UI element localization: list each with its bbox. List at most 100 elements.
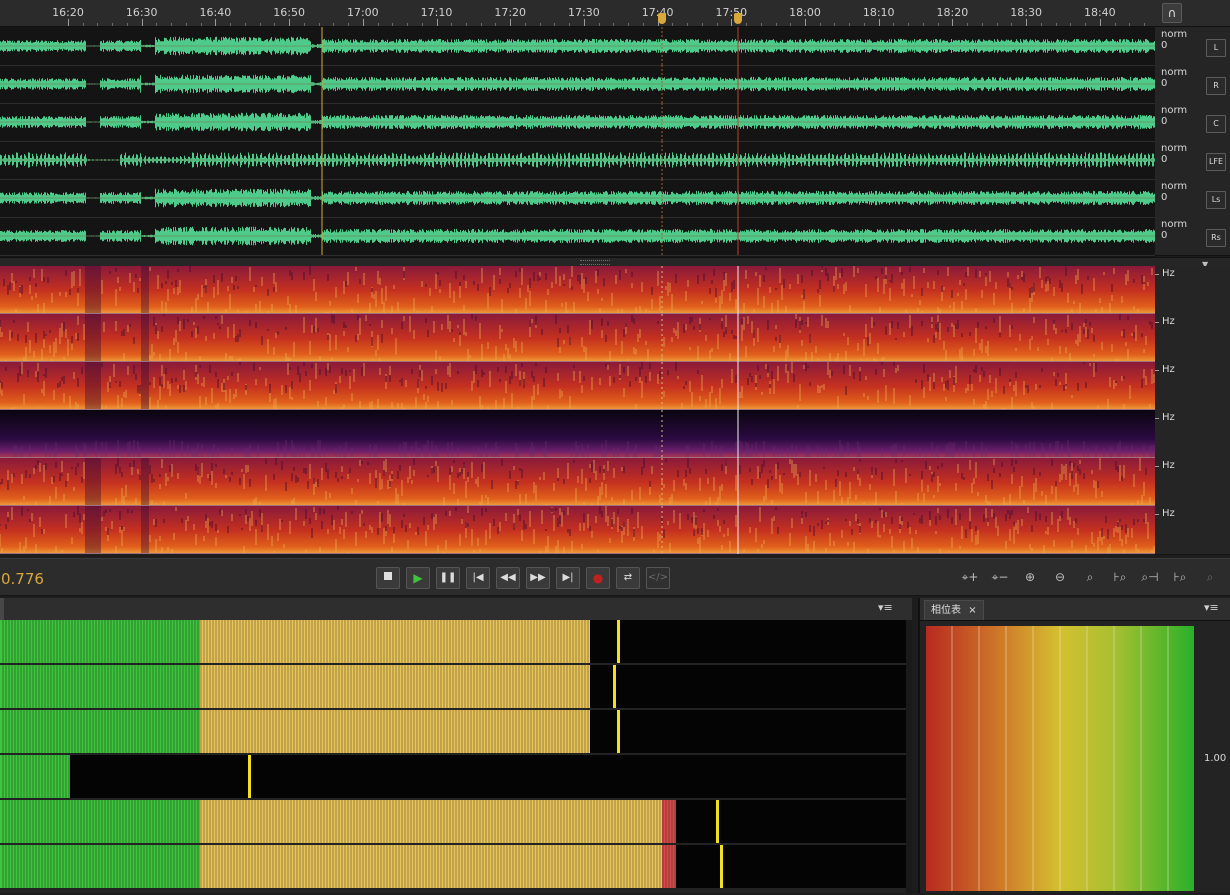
timeline-minor-tick <box>392 23 394 26</box>
spectral-channel[interactable] <box>0 506 1155 554</box>
zoom-in-left-icon[interactable]: ⊦⌕ <box>1108 569 1132 585</box>
go-to-start-button[interactable]: |◀ <box>466 567 490 589</box>
timeline-ruler[interactable]: 16:20 16:30 16:40 16:50 17:00 17:10 17:20 17:30… <box>0 0 1155 27</box>
timeline-minor-tick <box>230 23 232 26</box>
zoom-out-right-icon[interactable]: ⌕ <box>1198 569 1222 585</box>
level-meter-channel <box>0 665 906 708</box>
loop-button[interactable]: ⇄ <box>616 567 640 589</box>
zoom-in-right-icon[interactable]: ⌕⊣ <box>1138 569 1162 585</box>
cue-marker-icon[interactable] <box>658 13 666 24</box>
timeline-tick <box>215 19 217 26</box>
timeline-minor-tick <box>171 23 173 26</box>
skip-selection-button[interactable]: </> <box>646 567 670 589</box>
timeline-minor-tick <box>451 23 453 26</box>
timeline-minor-tick <box>421 23 423 26</box>
zoom-out-amplitude-icon[interactable]: ⌖− <box>988 569 1012 585</box>
timeline-minor-tick <box>834 23 836 26</box>
panel-menu-icon[interactable]: ▾≡ <box>878 601 893 614</box>
timeline-minor-tick <box>244 23 246 26</box>
timeline-minor-tick <box>746 23 748 26</box>
spectral-gutter: Hz <box>1155 458 1230 507</box>
timeline-minor-tick <box>554 23 556 26</box>
timeline-minor-tick <box>333 23 335 26</box>
splitter-grip[interactable] <box>580 260 610 265</box>
rewind-button[interactable]: ◀◀ <box>496 567 520 589</box>
tab-phase-meter[interactable]: 相位表 × <box>924 600 984 620</box>
channel-toggle-lfe[interactable]: LFE <box>1206 153 1226 171</box>
timeline-minor-tick <box>112 23 114 26</box>
zoom-in-point-icon[interactable]: ⊕ <box>1018 569 1042 585</box>
timeline-tick <box>289 19 291 26</box>
channel-gutter: norm 0 R <box>1155 65 1230 104</box>
channel-toggle-r[interactable]: R <box>1206 77 1226 95</box>
hz-label: Hz <box>1162 316 1175 327</box>
spectral-gutter: Hz <box>1155 410 1230 459</box>
channel-toggle-l[interactable]: L <box>1206 39 1226 57</box>
channel-gutter: norm 0 L <box>1155 27 1230 66</box>
waveform-channel-rs[interactable] <box>0 217 1155 256</box>
timeline-minor-tick <box>539 23 541 26</box>
timeline-tick <box>68 19 69 26</box>
timeline-minor-tick <box>1070 23 1072 26</box>
channel-scale-label: norm 0 <box>1161 105 1188 127</box>
timeline-minor-tick <box>569 23 571 26</box>
channel-toggle-ls[interactable]: Ls <box>1206 191 1226 209</box>
zoom-out-full-icon[interactable]: ⊖ <box>1048 569 1072 585</box>
timeline-tick-label: 16:50 <box>273 6 305 19</box>
timeline-tick-label: 18:20 <box>936 6 969 19</box>
waveform-editor[interactable] <box>0 27 1155 257</box>
waveform-channel-l[interactable] <box>0 27 1155 66</box>
timeline-minor-tick <box>185 23 187 26</box>
timeline-tick-label: 18:30 <box>1010 6 1042 19</box>
zoom-in-amplitude-icon[interactable]: ⌖+ <box>958 569 982 585</box>
zoom-out-left-icon[interactable]: ⊦⌕ <box>1168 569 1192 585</box>
level-meter-channel <box>0 800 906 843</box>
waveform-channel-r[interactable] <box>0 65 1155 104</box>
timeline-minor-tick <box>613 23 615 26</box>
play-button[interactable]: ▶ <box>406 567 430 589</box>
timeline-minor-tick <box>967 23 969 26</box>
zoom-selection-icon[interactable]: ⌕ <box>1078 569 1102 585</box>
stop-button[interactable] <box>376 567 400 589</box>
record-button[interactable]: ● <box>586 567 610 589</box>
headphones-icon[interactable]: ∩ <box>1162 3 1182 23</box>
spectral-frequency-display[interactable] <box>0 266 1155 554</box>
close-icon[interactable]: × <box>968 605 976 616</box>
channel-toggle-c[interactable]: C <box>1206 115 1226 133</box>
spectral-channel[interactable] <box>0 314 1155 362</box>
timeline-minor-tick <box>996 23 998 26</box>
fast-forward-button[interactable]: ▶▶ <box>526 567 550 589</box>
timeline-minor-tick <box>908 23 910 26</box>
timeline-minor-tick <box>642 23 644 26</box>
hz-label: Hz <box>1162 412 1175 423</box>
timeline-minor-tick <box>819 23 821 26</box>
panel-edge <box>0 598 4 620</box>
timeline-tick <box>805 19 806 26</box>
timeline-minor-tick <box>981 23 983 26</box>
channel-gutter: norm 0 C <box>1155 103 1230 142</box>
timeline-minor-tick <box>922 23 924 26</box>
spectral-channel[interactable] <box>0 410 1155 458</box>
timeline-minor-tick <box>1129 23 1131 26</box>
hz-tick <box>1155 322 1159 323</box>
cue-marker-icon[interactable] <box>734 13 742 24</box>
channel-toggle-rs[interactable]: Rs <box>1206 229 1226 247</box>
spectral-channel[interactable] <box>0 362 1155 410</box>
tab-label: 相位表 <box>931 605 961 616</box>
timeline-minor-tick <box>716 23 718 26</box>
spectral-channel[interactable] <box>0 458 1155 506</box>
timeline-minor-tick <box>1114 23 1116 26</box>
timeline-minor-tick <box>97 23 99 26</box>
spectral-channel[interactable] <box>0 266 1155 314</box>
timeline-minor-tick <box>318 23 320 26</box>
pause-button[interactable]: ❚❚ <box>436 567 460 589</box>
timeline-minor-tick <box>1085 23 1087 26</box>
waveform-channel-ls[interactable] <box>0 179 1155 218</box>
levels-scrollbar[interactable] <box>906 620 912 893</box>
go-to-end-button[interactable]: ▶| <box>556 567 580 589</box>
panel-menu-icon[interactable]: ▾≡ <box>1204 601 1219 614</box>
timeline-tick <box>1099 19 1101 26</box>
levels-panel-header: ▾≡ <box>0 598 912 621</box>
waveform-channel-c[interactable] <box>0 103 1155 142</box>
waveform-channel-lfe[interactable] <box>0 141 1155 180</box>
